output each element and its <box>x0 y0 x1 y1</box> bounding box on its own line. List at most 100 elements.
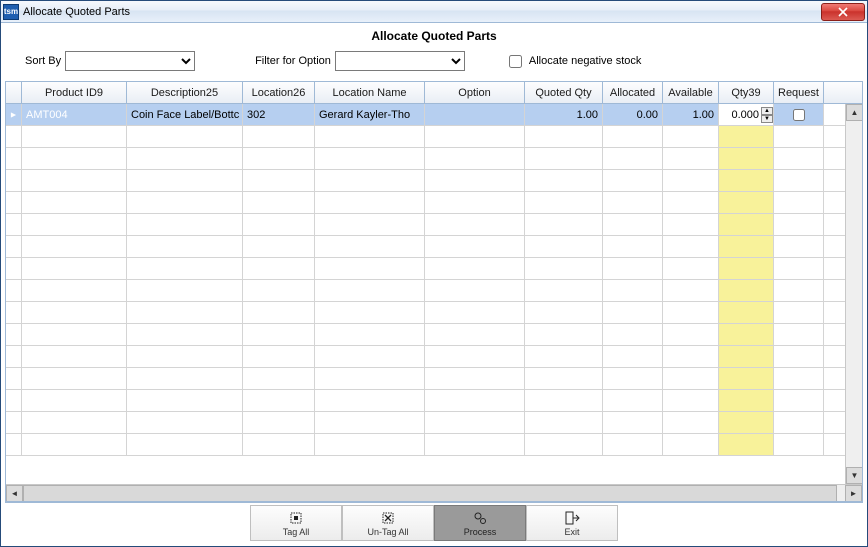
table-row[interactable] <box>6 236 862 258</box>
cell[interactable] <box>603 148 663 169</box>
cell[interactable] <box>774 368 824 389</box>
cell[interactable] <box>315 192 425 213</box>
cell[interactable]: 302 <box>243 104 315 125</box>
cell[interactable] <box>243 390 315 411</box>
cell[interactable] <box>127 302 243 323</box>
cell[interactable] <box>425 236 525 257</box>
cell[interactable] <box>525 280 603 301</box>
table-row[interactable] <box>6 126 862 148</box>
cell[interactable] <box>127 148 243 169</box>
cell[interactable] <box>6 192 22 213</box>
cell[interactable] <box>663 390 719 411</box>
cell[interactable] <box>774 412 824 433</box>
cell[interactable] <box>525 170 603 191</box>
cell[interactable] <box>425 170 525 191</box>
table-row[interactable] <box>6 390 862 412</box>
cell[interactable] <box>243 214 315 235</box>
cell[interactable] <box>315 368 425 389</box>
cell[interactable] <box>525 192 603 213</box>
cell[interactable] <box>719 170 774 191</box>
cell[interactable] <box>603 192 663 213</box>
cell[interactable] <box>315 214 425 235</box>
cell[interactable] <box>315 412 425 433</box>
table-row[interactable] <box>6 412 862 434</box>
spin-up-icon[interactable]: ▲ <box>761 107 773 115</box>
cell[interactable] <box>525 258 603 279</box>
cell[interactable] <box>22 280 127 301</box>
cell[interactable] <box>315 390 425 411</box>
cell[interactable] <box>6 280 22 301</box>
cell[interactable]: 0.00 <box>603 104 663 125</box>
cell[interactable] <box>127 346 243 367</box>
cell[interactable] <box>127 236 243 257</box>
cell[interactable] <box>719 192 774 213</box>
cell[interactable] <box>243 236 315 257</box>
cell[interactable] <box>425 368 525 389</box>
cell[interactable] <box>243 170 315 191</box>
cell[interactable] <box>22 412 127 433</box>
cell[interactable] <box>663 302 719 323</box>
cell[interactable] <box>425 390 525 411</box>
cell[interactable] <box>719 390 774 411</box>
cell[interactable] <box>603 170 663 191</box>
cell[interactable] <box>774 280 824 301</box>
cell[interactable] <box>315 434 425 455</box>
cell[interactable] <box>663 148 719 169</box>
exit-button[interactable]: Exit <box>526 505 618 541</box>
cell[interactable] <box>663 214 719 235</box>
cell[interactable] <box>603 324 663 345</box>
cell[interactable] <box>127 126 243 147</box>
cell[interactable] <box>315 148 425 169</box>
cell[interactable]: Gerard Kayler-Tho <box>315 104 425 125</box>
cell[interactable] <box>127 214 243 235</box>
cell[interactable] <box>525 214 603 235</box>
cell[interactable] <box>243 280 315 301</box>
cell[interactable] <box>243 148 315 169</box>
col-allocated[interactable]: Allocated <box>603 82 663 103</box>
cell[interactable] <box>425 324 525 345</box>
cell[interactable] <box>774 214 824 235</box>
cell[interactable] <box>315 280 425 301</box>
cell[interactable] <box>719 236 774 257</box>
col-description[interactable]: Description25 <box>127 82 243 103</box>
cell[interactable] <box>243 258 315 279</box>
cell[interactable] <box>6 148 22 169</box>
cell[interactable] <box>774 236 824 257</box>
cell[interactable] <box>243 192 315 213</box>
cell[interactable] <box>425 148 525 169</box>
cell[interactable] <box>663 346 719 367</box>
untag-all-button[interactable]: Un-Tag All <box>342 505 434 541</box>
col-location-name[interactable]: Location Name <box>315 82 425 103</box>
col-qty[interactable]: Qty39 <box>719 82 774 103</box>
cell[interactable] <box>243 302 315 323</box>
cell[interactable] <box>6 368 22 389</box>
cell[interactable] <box>243 324 315 345</box>
cell[interactable] <box>127 170 243 191</box>
cell[interactable] <box>127 192 243 213</box>
cell[interactable] <box>243 346 315 367</box>
horizontal-scrollbar[interactable]: ◄ ► <box>6 484 862 501</box>
cell[interactable] <box>127 280 243 301</box>
cell[interactable] <box>774 192 824 213</box>
cell[interactable] <box>22 214 127 235</box>
cell[interactable] <box>315 126 425 147</box>
cell[interactable] <box>6 126 22 147</box>
cell[interactable] <box>425 280 525 301</box>
request-checkbox[interactable] <box>793 109 805 121</box>
sort-by-select[interactable] <box>65 51 195 71</box>
cell[interactable] <box>315 258 425 279</box>
cell[interactable] <box>315 346 425 367</box>
cell[interactable] <box>525 302 603 323</box>
cell[interactable] <box>525 346 603 367</box>
cell[interactable] <box>22 434 127 455</box>
cell[interactable] <box>6 214 22 235</box>
cell[interactable] <box>243 368 315 389</box>
cell[interactable] <box>425 258 525 279</box>
table-row[interactable] <box>6 368 862 390</box>
cell[interactable] <box>603 236 663 257</box>
cell[interactable] <box>603 214 663 235</box>
cell[interactable]: 1.00 <box>663 104 719 125</box>
cell[interactable] <box>22 258 127 279</box>
cell[interactable] <box>774 346 824 367</box>
cell[interactable] <box>603 346 663 367</box>
